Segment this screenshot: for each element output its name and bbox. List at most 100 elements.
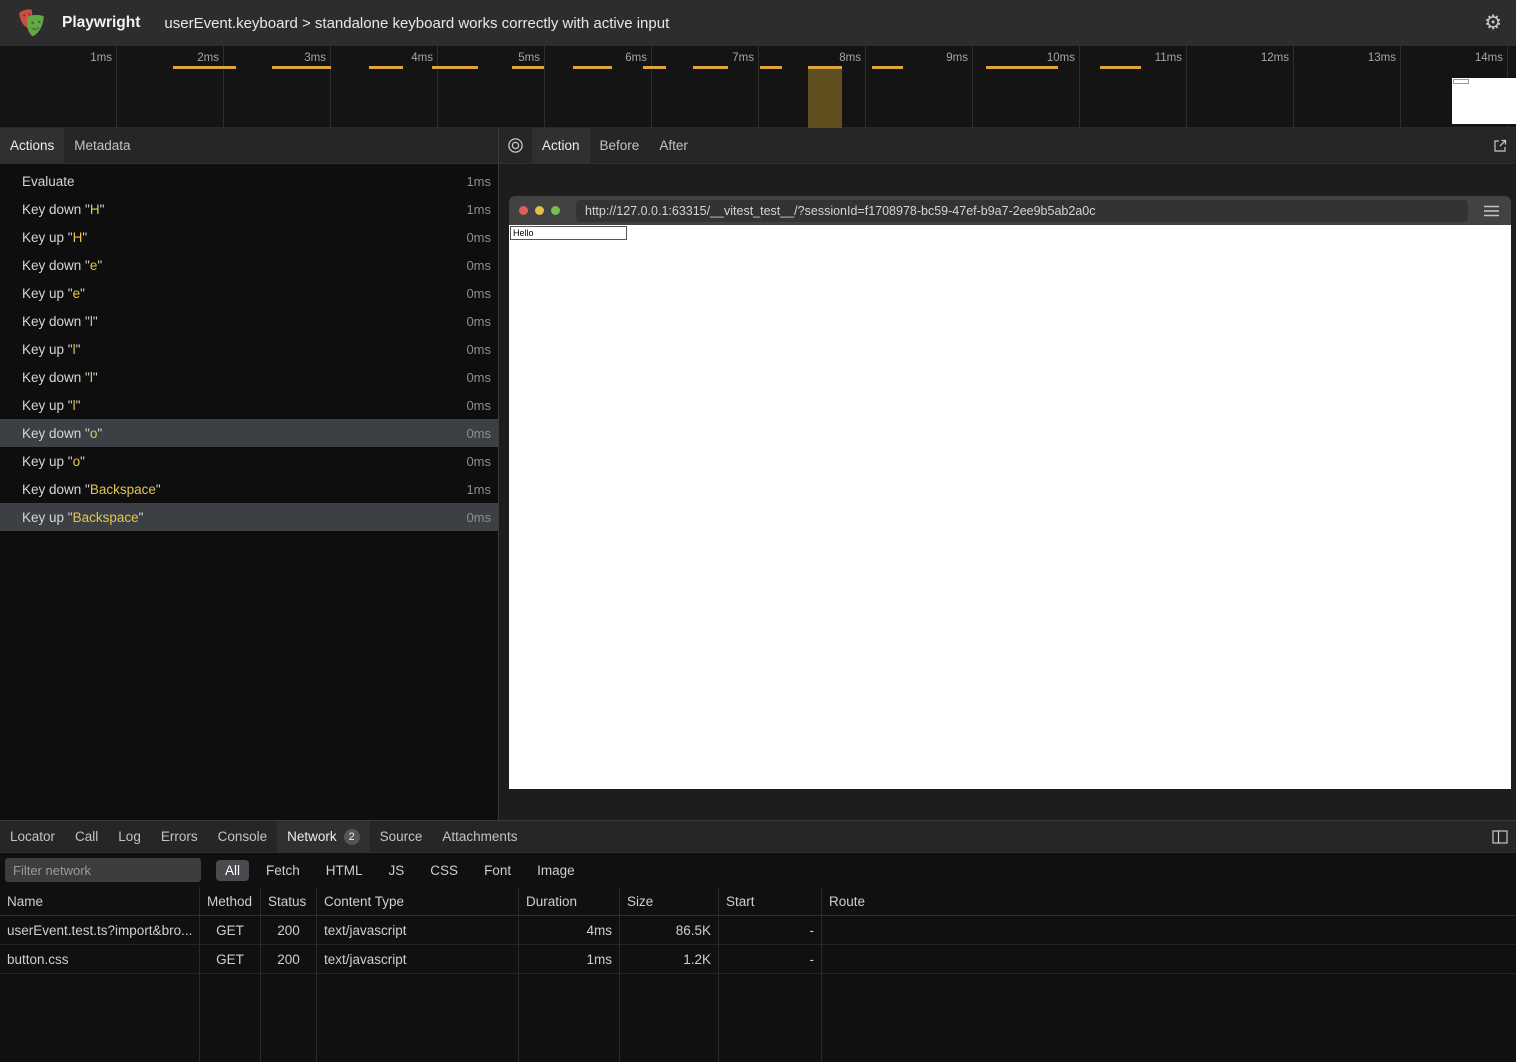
network-cell: 200 <box>261 945 317 973</box>
action-label: Key down " <box>22 426 90 441</box>
action-duration: 1ms <box>466 202 491 217</box>
network-cell: 200 <box>261 916 317 944</box>
traffic-light-green <box>551 206 560 215</box>
network-header-row: NameMethodStatusContent TypeDurationSize… <box>0 887 1516 916</box>
tab-source[interactable]: Source <box>370 821 433 852</box>
tab-locator[interactable]: Locator <box>0 821 65 852</box>
tab-label: Attachments <box>442 829 517 844</box>
timeline-action-tick <box>986 66 1058 69</box>
action-row[interactable]: Key up "Backspace"0ms <box>0 503 498 531</box>
filter-chip-js[interactable]: JS <box>380 860 414 881</box>
open-external-icon[interactable] <box>1484 128 1516 163</box>
filter-chip-html[interactable]: HTML <box>317 860 372 881</box>
tab-label: Log <box>118 829 141 844</box>
tab-after[interactable]: After <box>649 128 698 163</box>
action-key-value: H <box>73 230 83 245</box>
tab-network[interactable]: Network2 <box>277 821 370 852</box>
network-table-filler <box>0 974 1516 1062</box>
timeline-gridline <box>437 46 438 127</box>
tab-label: Console <box>218 829 268 844</box>
action-label: " <box>93 370 98 385</box>
tab-errors[interactable]: Errors <box>151 821 208 852</box>
action-duration: 0ms <box>466 510 491 525</box>
network-cell: - <box>719 945 822 973</box>
actions-tabbar: ActionsMetadata <box>0 128 498 164</box>
tab-before[interactable]: Before <box>590 128 650 163</box>
network-cell: 4ms <box>519 916 620 944</box>
action-duration: 0ms <box>466 370 491 385</box>
action-row[interactable]: Key down "o"0ms <box>0 419 498 447</box>
timeline-gridline <box>1186 46 1187 127</box>
timeline-label: 9ms <box>946 52 968 64</box>
timeline-label: 12ms <box>1261 52 1289 64</box>
network-filler-cell <box>719 974 822 1062</box>
network-filler-cell <box>0 974 200 1062</box>
action-label: Key up " <box>22 286 73 301</box>
tab-console[interactable]: Console <box>208 821 278 852</box>
network-filler-cell <box>620 974 719 1062</box>
tab-attachments[interactable]: Attachments <box>432 821 527 852</box>
column-header-route: Route <box>822 887 1516 915</box>
action-key-value: e <box>73 286 81 301</box>
timeline-gridline <box>758 46 759 127</box>
action-label: Key down " <box>22 202 90 217</box>
tab-label: Action <box>542 138 580 153</box>
network-row[interactable]: userEvent.test.ts?import&bro...GET200tex… <box>0 916 1516 945</box>
action-row[interactable]: Key up "l"0ms <box>0 335 498 363</box>
network-cell: GET <box>200 916 261 944</box>
action-label: " <box>80 454 85 469</box>
action-row[interactable]: Key down "l"0ms <box>0 363 498 391</box>
action-row[interactable]: Key up "o"0ms <box>0 447 498 475</box>
action-row[interactable]: Key down "l"0ms <box>0 307 498 335</box>
action-label: Key down " <box>22 258 90 273</box>
timeline-gridline <box>116 46 117 127</box>
network-cell: userEvent.test.ts?import&bro... <box>0 916 200 944</box>
tab-label: Call <box>75 829 98 844</box>
playwright-logo-icon <box>16 7 48 39</box>
pick-locator-icon[interactable] <box>499 128 532 163</box>
tab-call[interactable]: Call <box>65 821 108 852</box>
action-duration: 0ms <box>466 342 491 357</box>
action-row[interactable]: Evaluate1ms <box>0 167 498 195</box>
action-label: " <box>97 258 102 273</box>
action-row[interactable]: Key down "H"1ms <box>0 195 498 223</box>
action-row[interactable]: Key up "H"0ms <box>0 223 498 251</box>
action-key-value: o <box>90 426 98 441</box>
network-cell: - <box>719 916 822 944</box>
tab-action[interactable]: Action <box>532 128 590 163</box>
filter-chip-all[interactable]: All <box>216 860 249 881</box>
filter-chip-image[interactable]: Image <box>528 860 584 881</box>
action-label: " <box>139 510 144 525</box>
action-label: Key up " <box>22 230 73 245</box>
traffic-light-yellow <box>535 206 544 215</box>
browser-chrome-bar: http://127.0.0.1:63315/__vitest_test__/?… <box>509 196 1511 225</box>
network-cell: 1ms <box>519 945 620 973</box>
network-cell: button.css <box>0 945 200 973</box>
traffic-lights <box>519 206 560 215</box>
timeline[interactable]: 1ms2ms3ms4ms5ms6ms7ms8ms9ms10ms11ms12ms1… <box>0 46 1516 128</box>
network-row[interactable]: button.cssGET200text/javascript1ms1.2K- <box>0 945 1516 974</box>
action-row[interactable]: Key up "e"0ms <box>0 279 498 307</box>
settings-gear-icon[interactable]: ⚙ <box>1484 13 1502 33</box>
tab-metadata[interactable]: Metadata <box>64 128 140 163</box>
timeline-gridline <box>865 46 866 127</box>
filter-chip-css[interactable]: CSS <box>421 860 467 881</box>
toggle-layout-icon[interactable] <box>1484 821 1516 852</box>
action-row[interactable]: Key down "e"0ms <box>0 251 498 279</box>
tab-actions[interactable]: Actions <box>0 128 64 163</box>
filter-chip-fetch[interactable]: Fetch <box>257 860 309 881</box>
timeline-action-tick <box>643 66 666 69</box>
action-row[interactable]: Key down "Backspace"1ms <box>0 475 498 503</box>
filter-network-input[interactable] <box>5 858 201 882</box>
network-filler-cell <box>261 974 317 1062</box>
network-cell: GET <box>200 945 261 973</box>
action-row[interactable]: Key up "l"0ms <box>0 391 498 419</box>
tab-log[interactable]: Log <box>108 821 151 852</box>
timeline-gridline <box>651 46 652 127</box>
column-header-status: Status <box>261 887 317 915</box>
filter-chip-font[interactable]: Font <box>475 860 520 881</box>
timeline-screenshot-thumbnail[interactable] <box>1452 78 1516 124</box>
timeline-label: 3ms <box>304 52 326 64</box>
network-cell: 86.5K <box>620 916 719 944</box>
timeline-selected-range <box>808 69 842 128</box>
